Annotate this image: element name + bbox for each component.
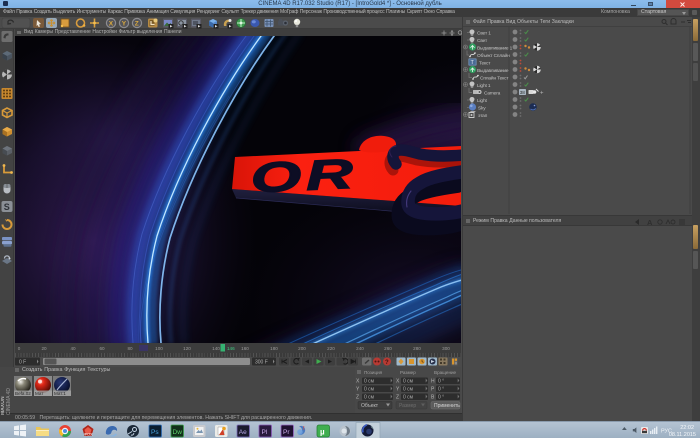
svg-text:0 F: 0 F — [19, 360, 26, 366]
svg-text:60: 60 — [99, 346, 105, 351]
svg-text:40: 40 — [70, 346, 76, 351]
svg-text:Y: Y — [122, 20, 127, 27]
svg-text:0 см: 0 см — [403, 379, 414, 385]
svg-text:0 см: 0 см — [403, 387, 414, 393]
svg-text:X: X — [356, 379, 360, 385]
svg-text:80: 80 — [127, 346, 133, 351]
svg-text:146: 146 — [227, 346, 235, 351]
svg-text:38: 38 — [520, 90, 525, 95]
svg-text:P: P — [431, 387, 435, 393]
svg-text:Ps: Ps — [151, 429, 159, 436]
svg-text:260: 260 — [384, 346, 392, 351]
svg-text:Ae: Ae — [239, 429, 247, 436]
svg-text:Мат.1: Мат.1 — [54, 391, 66, 396]
svg-text:Позиция: Позиция — [364, 370, 383, 375]
svg-text:этап: этап — [478, 114, 488, 119]
svg-text:22:02: 22:02 — [680, 425, 694, 431]
svg-text:08.11.2015: 08.11.2015 — [669, 432, 696, 438]
svg-text:Pl: Pl — [262, 429, 268, 436]
svg-text:300: 300 — [442, 346, 450, 351]
svg-text:X: X — [396, 379, 400, 385]
svg-text:B: B — [431, 395, 435, 401]
svg-text:Dw: Dw — [173, 429, 183, 436]
svg-text:280: 280 — [413, 346, 421, 351]
svg-text:Объект Сплайн: Объект Сплайн — [477, 52, 510, 59]
svg-text:Y: Y — [396, 387, 400, 393]
svg-text:Размер: Размер — [400, 370, 416, 375]
svg-text:140: 140 — [212, 346, 220, 351]
svg-text:0 °: 0 ° — [438, 379, 444, 385]
svg-text:120: 120 — [183, 346, 191, 351]
svg-text:0 см: 0 см — [364, 395, 375, 401]
svg-text:Z: Z — [356, 395, 359, 401]
svg-text:+: + — [540, 91, 544, 97]
svg-text:240: 240 — [356, 346, 364, 351]
svg-text:20: 20 — [41, 346, 47, 351]
svg-text:Свет 1: Свет 1 — [477, 31, 491, 37]
svg-text:A: A — [647, 218, 653, 226]
svg-text:220: 220 — [327, 346, 335, 351]
svg-text:Befa.02: Befa.02 — [15, 391, 31, 396]
svg-text:S: S — [4, 202, 10, 212]
svg-text:H: H — [431, 379, 435, 385]
svg-text:Мат: Мат — [35, 391, 44, 396]
svg-text:0 °: 0 ° — [438, 395, 444, 401]
svg-text:Сплайн Текст: Сплайн Текст — [480, 75, 509, 82]
svg-text:X: X — [109, 20, 114, 27]
svg-text:0 см: 0 см — [403, 395, 414, 401]
svg-text:160: 160 — [241, 346, 249, 351]
svg-text:Sky: Sky — [478, 106, 486, 112]
svg-text:Применить: Применить — [434, 403, 460, 409]
svg-text:Camera: Camera — [484, 91, 501, 97]
svg-text:300 F: 300 F — [255, 360, 268, 366]
svg-text:Выдавливание 1: Выдавливание 1 — [477, 46, 513, 52]
svg-text:Вращение: Вращение — [434, 370, 457, 375]
svg-text:0: 0 — [18, 346, 21, 351]
svg-text:OR: OR — [250, 149, 359, 201]
svg-text:180: 180 — [270, 346, 278, 351]
svg-text:Light 1: Light 1 — [477, 83, 491, 89]
svg-text:Свет: Свет — [477, 38, 488, 44]
svg-text:Z: Z — [396, 395, 399, 401]
svg-text:Выдавливание: Выдавливание — [477, 68, 509, 74]
svg-text:0 см: 0 см — [364, 387, 375, 393]
svg-text:100: 100 — [155, 346, 163, 351]
svg-text:Z: Z — [135, 20, 139, 27]
svg-text:?: ? — [385, 360, 389, 366]
svg-text:0 °: 0 ° — [438, 387, 444, 393]
svg-text:0 см: 0 см — [364, 379, 375, 385]
svg-text:Текст: Текст — [479, 61, 491, 67]
svg-text:ФОХ: ФОХ — [84, 432, 93, 437]
svg-text:µ: µ — [320, 428, 325, 437]
svg-text:Pr: Pr — [283, 429, 290, 436]
svg-text:Объект: Объект — [361, 403, 379, 409]
svg-text:Light: Light — [477, 98, 487, 104]
svg-text:Размер: Размер — [399, 403, 416, 409]
svg-text:Y: Y — [356, 387, 360, 393]
svg-text:200: 200 — [298, 346, 306, 351]
